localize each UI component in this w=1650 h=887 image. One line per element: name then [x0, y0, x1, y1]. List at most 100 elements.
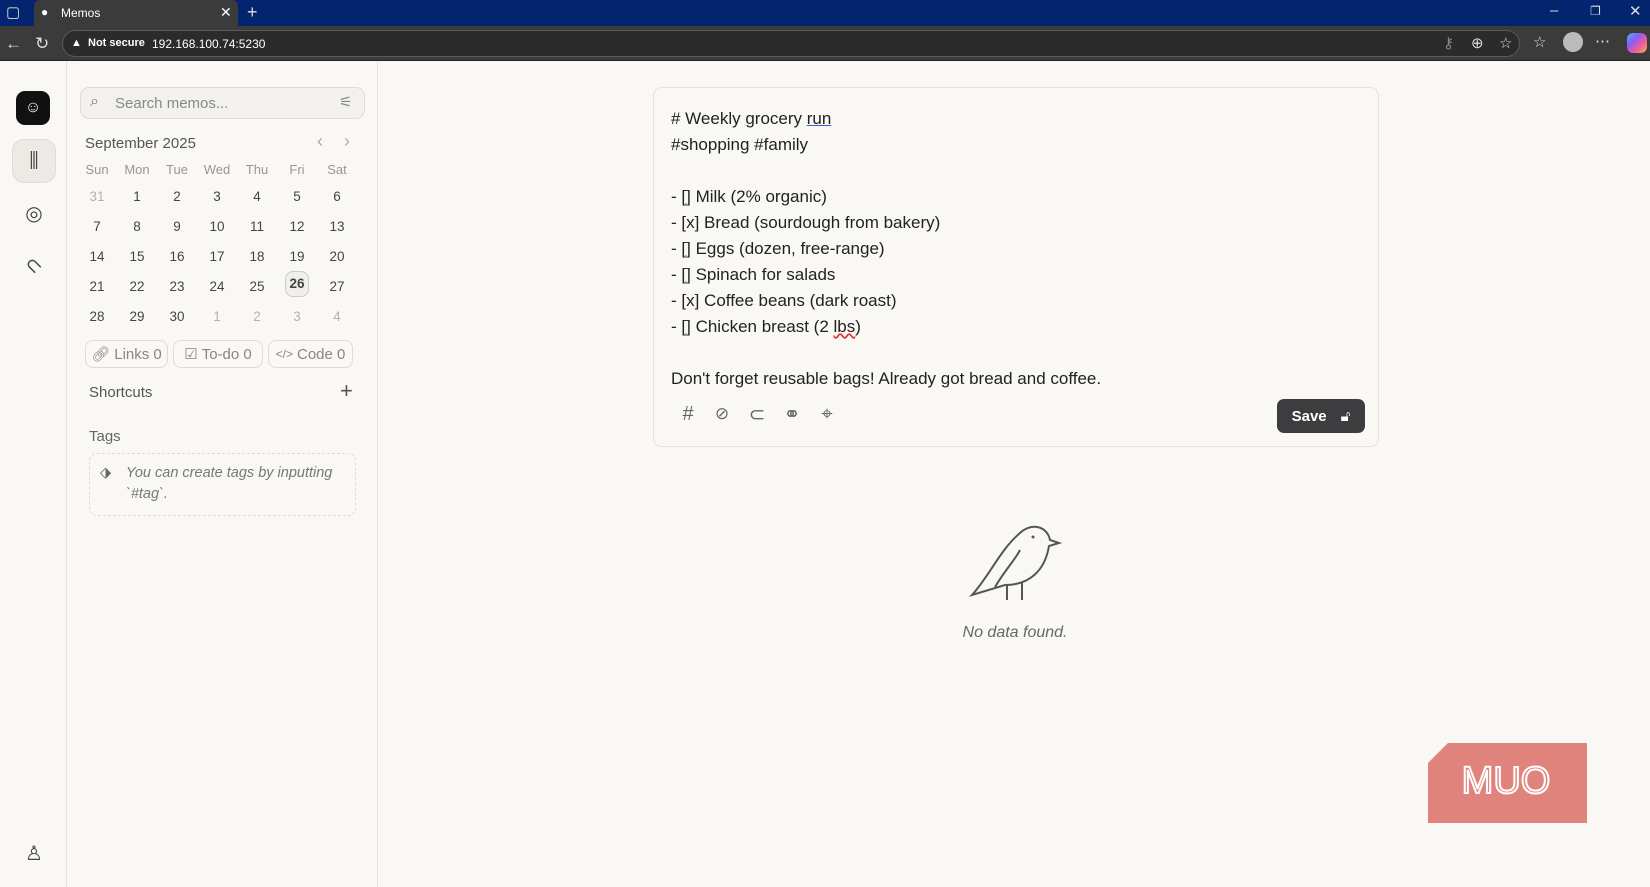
favorites-icon[interactable]: ☆ [1533, 35, 1546, 50]
filter-icon[interactable]: ⚟ [339, 93, 352, 111]
calendar-day[interactable]: 21 [77, 279, 117, 294]
calendar-day[interactable]: 11 [237, 219, 277, 234]
code-icon: </> [275, 347, 293, 361]
weekday-header: Fri [289, 162, 305, 177]
minimize-icon[interactable]: – [1550, 3, 1558, 18]
more-icon[interactable]: ⋯ [1595, 34, 1610, 49]
calendar-day[interactable]: 8 [117, 219, 157, 234]
add-shortcut-icon[interactable]: + [340, 378, 353, 404]
links-filter[interactable]: 🔗︎ Links 0 [85, 340, 168, 368]
tab-title: Memos [61, 6, 101, 20]
calendar-day[interactable]: 12 [277, 219, 317, 234]
sidebar: ⌕ Search memos... ⚟ September 2025 ‹ › 🔗… [67, 61, 378, 887]
weekday-header: Thu [245, 162, 269, 177]
shortcuts-heading: Shortcuts [89, 384, 153, 401]
reload-icon[interactable]: ↻ [35, 35, 49, 52]
location-pin-icon[interactable]: ⌖ [814, 401, 840, 427]
todo-filter[interactable]: ☑ To-do 0 [173, 340, 263, 368]
check-circle-icon: ☑ [184, 346, 198, 363]
calendar-day[interactable]: 4 [237, 189, 277, 204]
next-month-icon[interactable]: › [344, 131, 350, 152]
close-tab-icon[interactable]: ✕ [220, 4, 232, 21]
calendar-day[interactable]: 30 [157, 309, 197, 324]
tags-hint-text: You can create tags by inputting `#tag`. [126, 465, 333, 502]
copilot-icon[interactable] [1627, 33, 1647, 53]
calendar-day[interactable]: 25 [237, 279, 277, 294]
calendar-day[interactable]: 6 [317, 189, 357, 204]
security-label[interactable]: Not secure [88, 37, 145, 49]
memo-line [671, 158, 1101, 184]
calendar-day[interactable]: 20 [317, 249, 357, 264]
memo-line: # Weekly grocery run [671, 109, 832, 128]
calendar-day[interactable]: 7 [77, 219, 117, 234]
svg-text:MUO: MUO [1462, 760, 1551, 802]
user-icon[interactable]: ♙ [12, 831, 56, 875]
weekday-header: Wed [203, 162, 231, 177]
back-icon[interactable]: ← [5, 35, 22, 52]
calendar-day[interactable]: 16 [157, 249, 197, 264]
memos-logo[interactable]: ☺ [16, 91, 50, 125]
favorite-star-icon[interactable]: ☆ [1499, 36, 1512, 51]
key-icon[interactable]: ⚷ [1443, 36, 1454, 51]
home-icon[interactable]: ⫼ [12, 139, 56, 183]
calendar-day[interactable]: 22 [117, 279, 157, 294]
profile-avatar[interactable] [1563, 32, 1583, 52]
memo-line: - [x] Coffee beans (dark roast) [671, 291, 897, 310]
calendar-day[interactable]: 4 [317, 309, 357, 324]
new-tab-icon[interactable]: + [247, 3, 258, 21]
address-bar-row: ← ↻ ▲ Not secure 192.168.100.74:5230 ⚷ ⊕… [0, 26, 1650, 61]
code-filter[interactable]: </> Code 0 [268, 340, 353, 368]
bird-illustration [968, 525, 1063, 600]
calendar-day[interactable]: 29 [117, 309, 157, 324]
attachments-icon[interactable]: ⊂ [3, 234, 65, 296]
calendar-day[interactable]: 14 [77, 249, 117, 264]
todo-checkbox-icon[interactable]: ⊘ [709, 401, 735, 427]
muo-watermark-logo: MUO [1428, 743, 1587, 823]
search-box[interactable]: ⌕ Search memos... ⚟ [80, 87, 365, 119]
tags-empty-hint: ⬗ You can create tags by inputting `#tag… [89, 453, 356, 516]
calendar-day[interactable]: 10 [197, 219, 237, 234]
search-input[interactable]: Search memos... [115, 95, 228, 112]
calendar-day[interactable]: 28 [77, 309, 117, 324]
calendar-day[interactable]: 2 [237, 309, 277, 324]
restore-icon[interactable]: ❐ [1590, 5, 1601, 17]
links-label: Links 0 [114, 345, 162, 363]
attachment-icon[interactable]: ⊂ [744, 401, 770, 427]
memo-line: - [] Chicken breast (2 lbs) [671, 317, 861, 336]
calendar-day[interactable]: 1 [197, 309, 237, 324]
calendar-day[interactable]: 15 [117, 249, 157, 264]
calendar-day[interactable]: 17 [197, 249, 237, 264]
zoom-icon[interactable]: ⊕ [1471, 36, 1484, 51]
prev-month-icon[interactable]: ‹ [317, 131, 323, 152]
hashtag-icon[interactable]: # [675, 401, 701, 427]
calendar-day[interactable]: 3 [197, 189, 237, 204]
calendar-day[interactable]: 2 [157, 189, 197, 204]
url-field[interactable]: ▲ Not secure 192.168.100.74:5230 ⚷ ⊕ ☆ [62, 30, 1520, 57]
link-icon[interactable]: ⚭ [779, 401, 805, 427]
memo-line: - [] Milk (2% organic) [671, 187, 827, 206]
url-text: 192.168.100.74:5230 [152, 37, 266, 51]
empty-state-message: No data found. [962, 624, 1068, 641]
calendar-day[interactable]: 9 [157, 219, 197, 234]
browser-tab[interactable]: ● Memos ✕ [34, 0, 238, 26]
memo-content[interactable]: # Weekly grocery run #shopping #family - [… [671, 106, 1101, 392]
memo-line: - [] Eggs (dozen, free-range) [671, 239, 885, 258]
explore-icon[interactable]: ◎ [12, 191, 56, 235]
calendar-day[interactable]: 13 [317, 219, 357, 234]
calendar-day[interactable]: 1 [117, 189, 157, 204]
memo-line [671, 340, 1101, 366]
calendar-day[interactable]: 5 [277, 189, 317, 204]
calendar-day[interactable]: 24 [197, 279, 237, 294]
calendar-day[interactable]: 23 [157, 279, 197, 294]
calendar-day[interactable]: 31 [77, 189, 117, 204]
calendar-day[interactable]: 3 [277, 309, 317, 324]
close-window-icon[interactable]: ✕ [1629, 4, 1642, 19]
calendar-day[interactable]: 18 [237, 249, 277, 264]
save-button[interactable]: Save 🔓︎ [1277, 399, 1365, 433]
calendar-day[interactable]: 27 [317, 279, 357, 294]
memo-editor[interactable]: # Weekly grocery run #shopping #family - [… [653, 87, 1379, 447]
search-icon: ⌕ [90, 93, 99, 110]
calendar-day[interactable]: 19 [277, 249, 317, 264]
calendar-day[interactable]: 26 [285, 271, 309, 297]
sidebar-toggle-icon[interactable]: ▢ [6, 5, 20, 20]
